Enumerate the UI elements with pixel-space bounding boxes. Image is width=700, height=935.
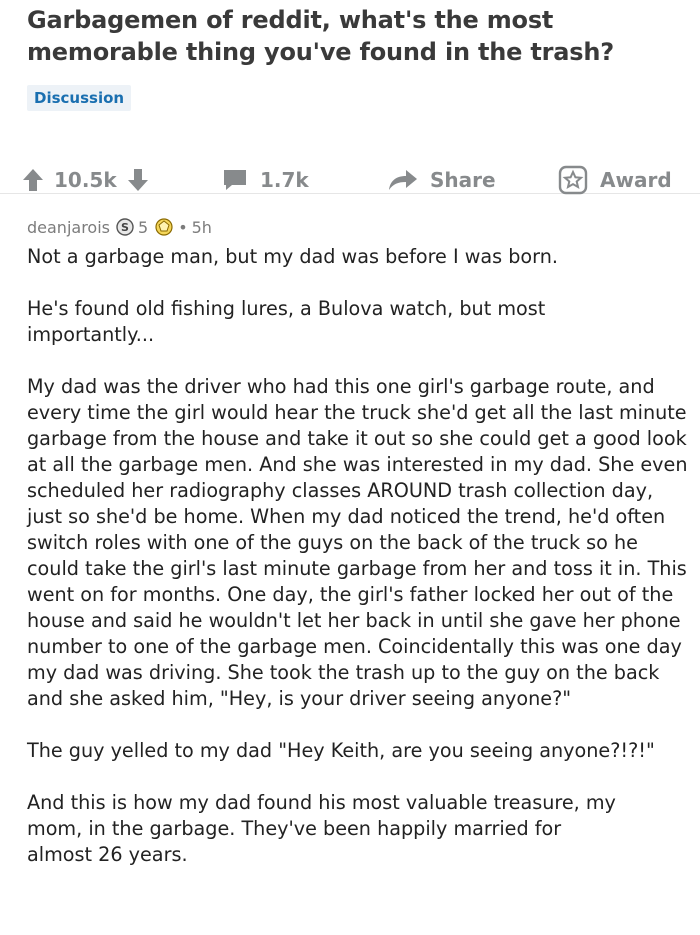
comment-icon <box>224 170 246 190</box>
upvote-icon[interactable] <box>22 168 44 192</box>
share-label: Share <box>430 168 496 192</box>
comment-paragraph: And this is how my dad found his most va… <box>27 791 616 866</box>
share-button[interactable]: Share <box>388 160 500 200</box>
downvote-icon[interactable] <box>127 168 149 192</box>
comment-author[interactable]: deanjarois <box>27 218 110 237</box>
flair-badge[interactable]: Discussion <box>27 85 132 111</box>
comment: deanjarois S 5 • 5h Not a garbage man, b… <box>27 216 697 894</box>
award-count: 5 <box>138 217 149 237</box>
comment-age: 5h <box>191 217 212 237</box>
comment-paragraph: The guy yelled to my dad "Hey Keith, are… <box>27 739 655 762</box>
award-button[interactable]: Award <box>558 160 676 200</box>
meta-separator: • <box>178 217 188 237</box>
action-bar: 10.5k 1.7k Share Award <box>0 160 700 200</box>
share-icon <box>389 170 417 190</box>
comment-paragraph: He's found old fishing lures, a Bulova w… <box>27 297 546 346</box>
comment-paragraph: Not a garbage man, but my dad was before… <box>27 245 558 268</box>
comment-meta: deanjarois S 5 • 5h <box>27 216 697 238</box>
award-icon <box>558 165 588 195</box>
comments-button[interactable]: 1.7k <box>222 160 313 200</box>
comment-count: 1.7k <box>260 168 309 192</box>
vote-count: 10.5k <box>54 168 117 192</box>
post-title[interactable]: Garbagemen of reddit, what's the most me… <box>27 4 667 68</box>
post-header: Garbagemen of reddit, what's the most me… <box>0 0 700 195</box>
svg-text:S: S <box>121 221 129 234</box>
comment-paragraph: My dad was the driver who had this one g… <box>27 375 688 710</box>
award-label: Award <box>600 168 672 192</box>
gold-award-icon <box>155 218 173 236</box>
silver-award-icon: S <box>116 218 134 236</box>
vote-group: 10.5k <box>22 160 149 200</box>
comment-body: Not a garbage man, but my dad was before… <box>27 244 697 868</box>
